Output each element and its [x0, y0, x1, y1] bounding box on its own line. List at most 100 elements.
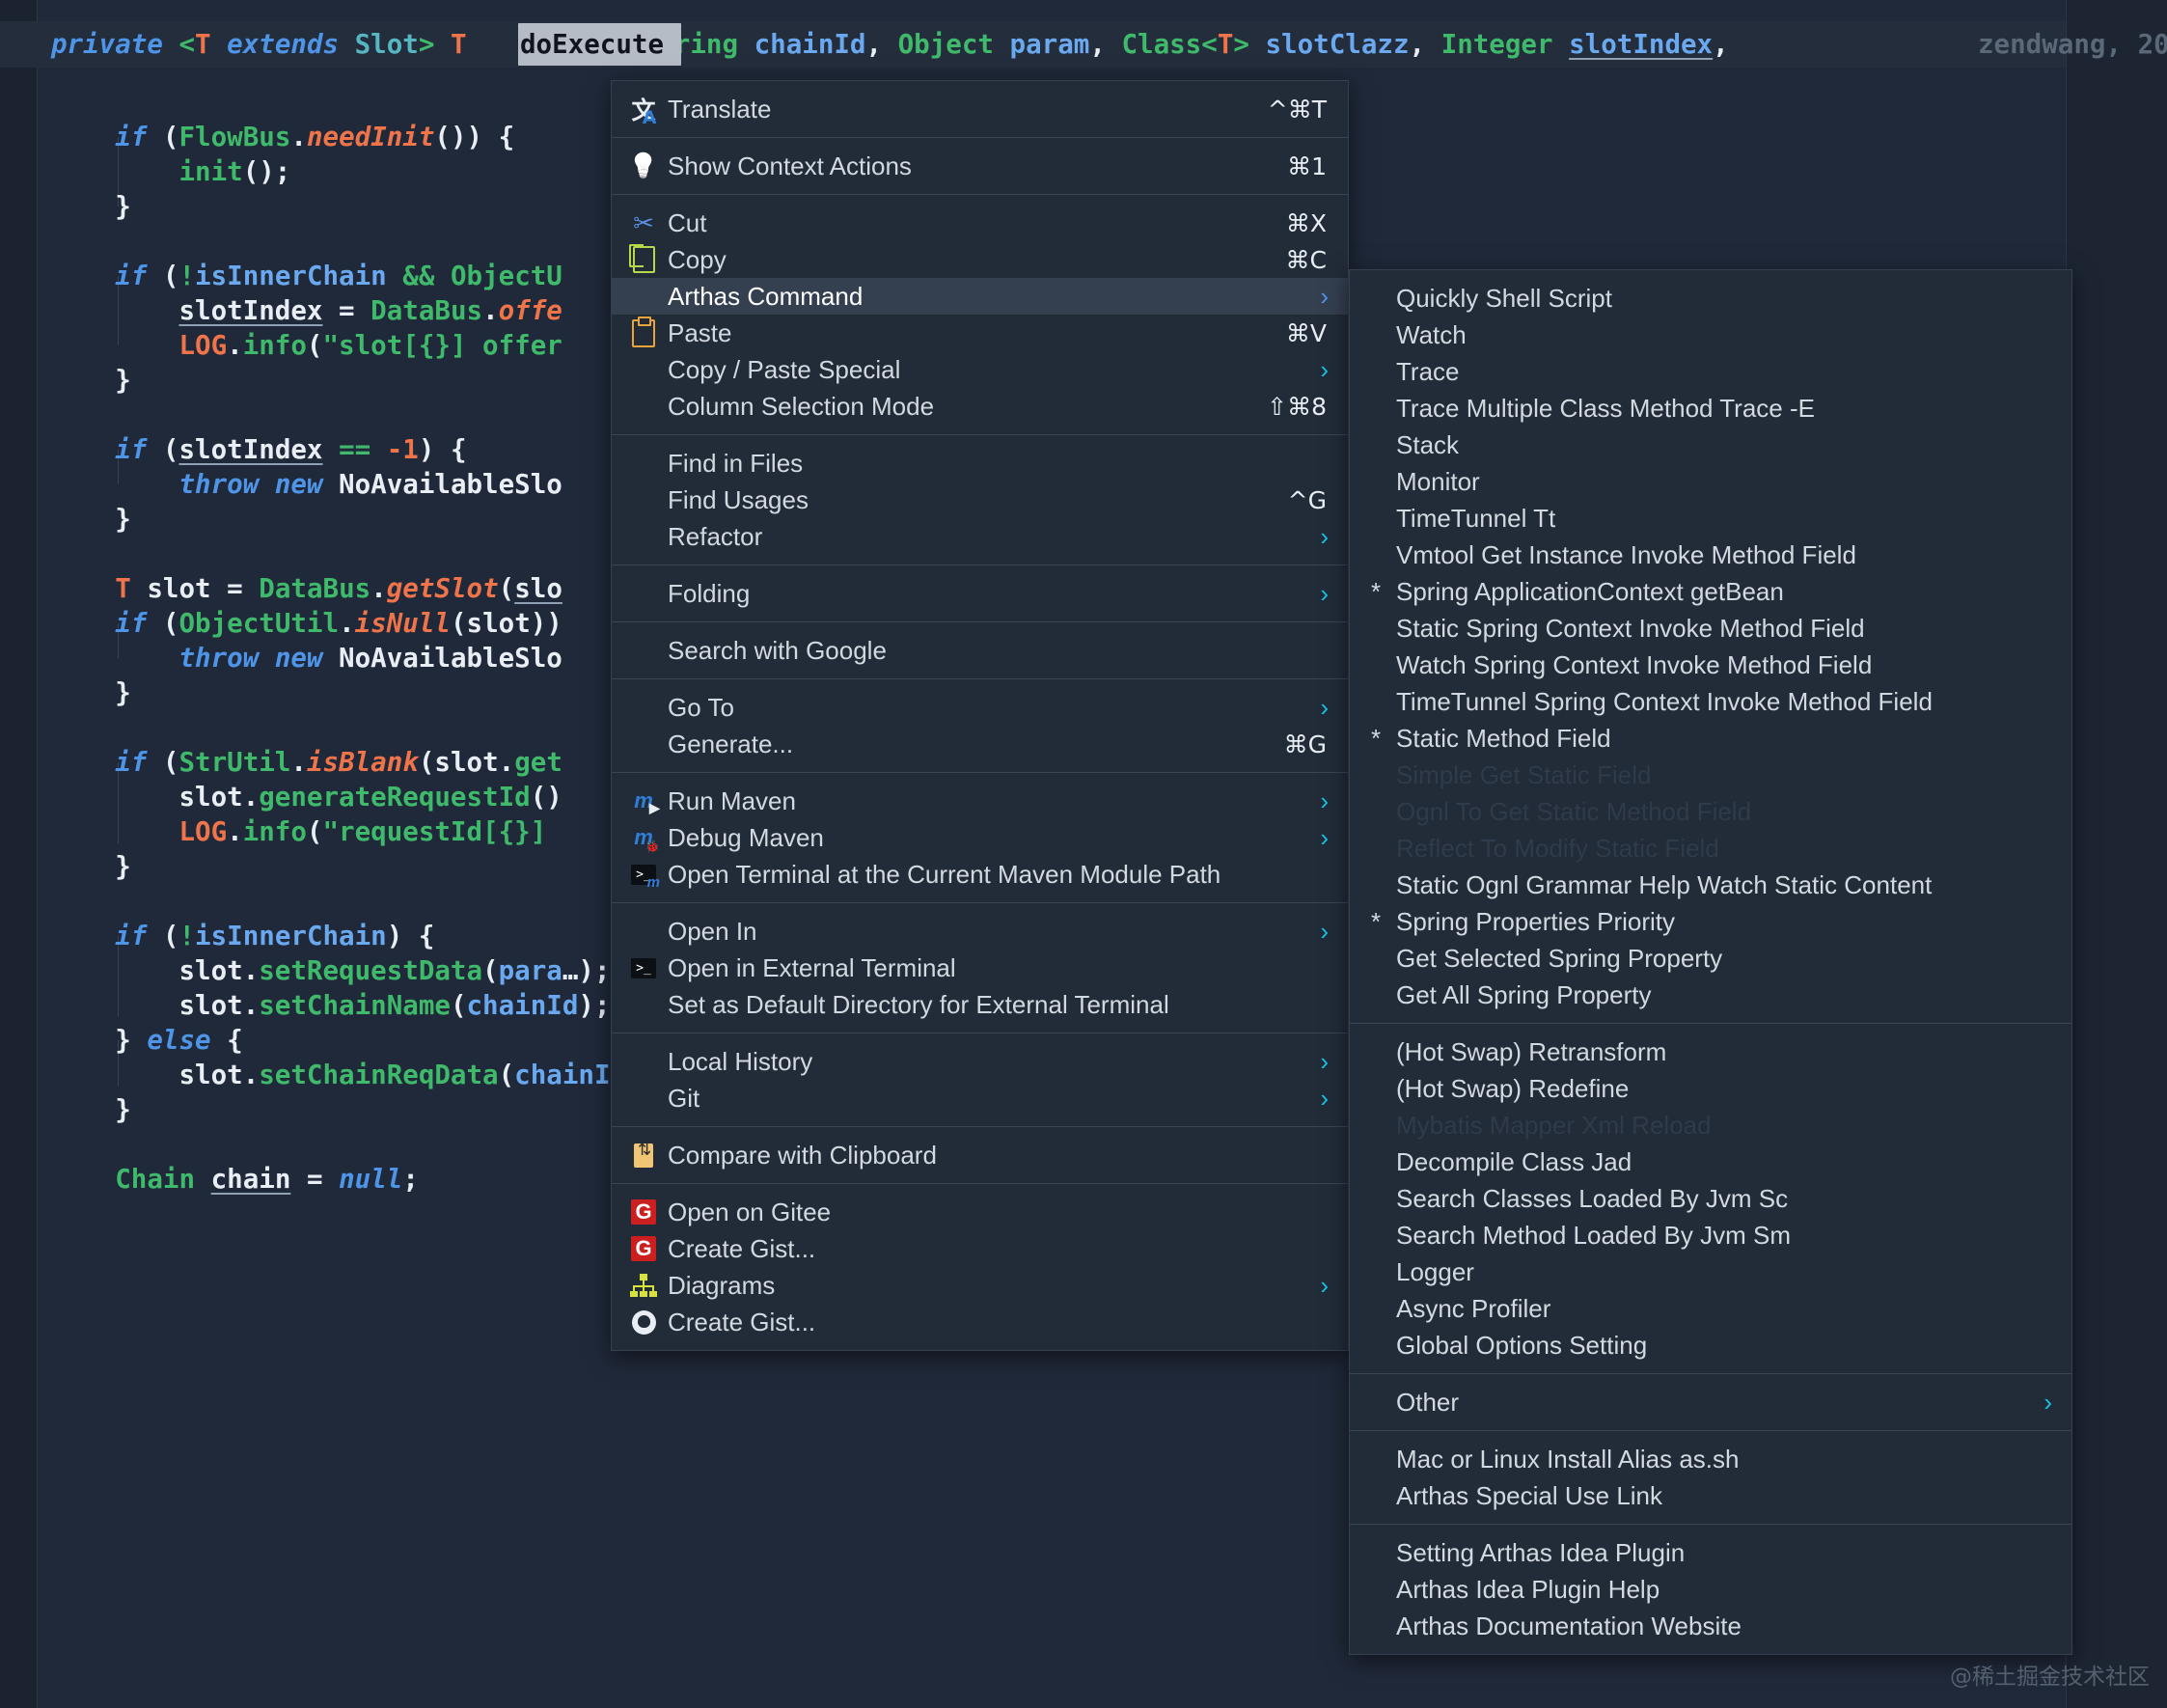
- menu-item-open-in[interactable]: Open In›: [612, 913, 1348, 950]
- chevron-right-icon: ›: [2044, 1390, 2052, 1415]
- menu-item-label: Run Maven: [668, 786, 796, 816]
- menu-item-show-context-actions[interactable]: 💡Show Context Actions⌘1: [612, 148, 1348, 184]
- code-token: [434, 29, 451, 60]
- menu-item-compare-with-clipboard[interactable]: Compare with Clipboard: [612, 1137, 1348, 1173]
- submenu-item-spring-properties-priority[interactable]: *Spring Properties Priority: [1350, 903, 2071, 940]
- code-line: }: [51, 183, 131, 230]
- submenu-item-watch[interactable]: *Watch: [1350, 317, 2071, 353]
- menu-item-refactor[interactable]: Refactor›: [612, 518, 1348, 555]
- submenu-item-trace-multiple-class-method-trace-e[interactable]: *Trace Multiple Class Method Trace -E: [1350, 390, 2071, 427]
- arthas-command-submenu[interactable]: *Quickly Shell Script*Watch*Trace*Trace …: [1349, 269, 2072, 1655]
- copy-icon: [627, 243, 660, 276]
- submenu-item-timetunnel-tt[interactable]: *TimeTunnel Tt: [1350, 500, 2071, 537]
- submenu-item-static-method-field[interactable]: *Static Method Field: [1350, 720, 2071, 757]
- submenu-item-spring-applicationcontext-getbean[interactable]: *Spring ApplicationContext getBean: [1350, 573, 2071, 610]
- submenu-item-get-selected-spring-property[interactable]: *Get Selected Spring Property: [1350, 940, 2071, 977]
- menu-item-debug-maven[interactable]: m🐞Debug Maven›: [612, 819, 1348, 856]
- submenu-item-stack[interactable]: *Stack: [1350, 427, 2071, 463]
- menu-item-find-usages[interactable]: Find Usages^G: [612, 482, 1348, 518]
- submenu-item-get-all-spring-property[interactable]: *Get All Spring Property: [1350, 977, 2071, 1013]
- code-token: new: [275, 469, 323, 500]
- code-token: throw: [178, 469, 259, 500]
- code-token: Slot: [355, 29, 419, 60]
- menu-item-copy-paste-special[interactable]: Copy / Paste Special›: [612, 351, 1348, 388]
- menu-item-find-in-files[interactable]: Find in Files: [612, 445, 1348, 482]
- submenu-item-search-method-loaded-by-jvm-sm[interactable]: *Search Method Loaded By Jvm Sm: [1350, 1217, 2071, 1253]
- code-token: T: [451, 29, 467, 60]
- code-token: );: [578, 990, 610, 1021]
- submenu-item-label: Trace Multiple Class Method Trace -E: [1396, 394, 1815, 424]
- menu-group: m▶Run Maven›m🐞Debug Maven›>_mOpen Termin…: [612, 773, 1348, 902]
- menu-item-translate[interactable]: 文ATranslate^⌘T: [612, 91, 1348, 127]
- menu-item-set-as-default-directory-for-external-terminal[interactable]: Set as Default Directory for External Te…: [612, 986, 1348, 1023]
- code-token: Chain: [115, 1164, 195, 1195]
- menu-item-generate[interactable]: Generate...⌘G: [612, 726, 1348, 762]
- submenu-item-ognl-to-get-static-method-field: *Ognl To Get Static Method Field: [1350, 793, 2071, 830]
- submenu-item-vmtool-get-instance-invoke-method-field[interactable]: *Vmtool Get Instance Invoke Method Field: [1350, 537, 2071, 573]
- code-token: [339, 29, 355, 60]
- menu-item-cut[interactable]: ✂Cut⌘X: [612, 205, 1348, 241]
- menu-item-create-gist[interactable]: GCreate Gist...: [612, 1230, 1348, 1267]
- submenu-item-label: Static Method Field: [1396, 724, 1611, 754]
- submenu-item-quickly-shell-script[interactable]: *Quickly Shell Script: [1350, 280, 2071, 317]
- submenu-item-mybatis-mapper-xml-reload: *Mybatis Mapper Xml Reload: [1350, 1107, 2071, 1143]
- menu-item-arthas-command[interactable]: Arthas Command›: [612, 278, 1348, 315]
- menu-item-create-gist[interactable]: Create Gist...: [612, 1304, 1348, 1340]
- menu-item-paste[interactable]: Paste⌘V: [612, 315, 1348, 351]
- chevron-right-icon: ›: [1320, 581, 1329, 606]
- submenu-item-label: Decompile Class Jad: [1396, 1147, 1632, 1177]
- menu-item-diagrams[interactable]: Diagrams ›: [612, 1267, 1348, 1304]
- submenu-item-timetunnel-spring-context-invoke-method-field[interactable]: *TimeTunnel Spring Context Invoke Method…: [1350, 683, 2071, 720]
- submenu-item-global-options-setting[interactable]: *Global Options Setting: [1350, 1327, 2071, 1364]
- menu-item-folding[interactable]: Folding›: [612, 575, 1348, 612]
- clipboard-icon: [627, 317, 660, 349]
- code-token: [259, 643, 275, 674]
- code-token: [163, 29, 179, 60]
- submenu-item-label: (Hot Swap) Redefine: [1396, 1074, 1629, 1104]
- menu-item-copy[interactable]: Copy⌘C: [612, 241, 1348, 278]
- submenu-item-static-spring-context-invoke-method-field[interactable]: *Static Spring Context Invoke Method Fie…: [1350, 610, 2071, 647]
- submenu-item-hot-swap-retransform[interactable]: *(Hot Swap) Retransform: [1350, 1033, 2071, 1070]
- chevron-right-icon: ›: [1320, 1273, 1329, 1298]
- menu-item-open-terminal-at-the-current-maven-module-path[interactable]: >_mOpen Terminal at the Current Maven Mo…: [612, 856, 1348, 893]
- submenu-item-arthas-documentation-website[interactable]: *Arthas Documentation Website: [1350, 1608, 2071, 1644]
- submenu-item-static-ognl-grammar-help-watch-static-content[interactable]: *Static Ognl Grammar Help Watch Static C…: [1350, 867, 2071, 903]
- menu-item-run-maven[interactable]: m▶Run Maven›: [612, 783, 1348, 819]
- submenu-item-trace[interactable]: *Trace: [1350, 353, 2071, 390]
- menu-item-shortcut: ⌘C: [1286, 246, 1327, 274]
- submenu-item-mac-or-linux-install-alias-as-sh[interactable]: *Mac or Linux Install Alias as.sh: [1350, 1441, 2071, 1477]
- menu-item-open-in-external-terminal[interactable]: >_Open in External Terminal: [612, 950, 1348, 986]
- submenu-item-other[interactable]: *Other›: [1350, 1384, 2071, 1420]
- submenu-item-decompile-class-jad[interactable]: *Decompile Class Jad: [1350, 1143, 2071, 1180]
- code-token: "slot[{}] offer: [322, 330, 562, 361]
- menu-item-column-selection-mode[interactable]: Column Selection Mode⇧⌘8: [612, 388, 1348, 425]
- code-token: .: [243, 1060, 260, 1090]
- code-token: ;: [402, 1164, 419, 1195]
- submenu-item-arthas-special-use-link[interactable]: *Arthas Special Use Link: [1350, 1477, 2071, 1514]
- menu-item-label: Git: [668, 1084, 699, 1114]
- code-token: T: [1218, 29, 1234, 60]
- submenu-item-async-profiler[interactable]: *Async Profiler: [1350, 1290, 2071, 1327]
- menu-item-go-to[interactable]: Go To›: [612, 689, 1348, 726]
- editor-gutter: [0, 0, 38, 1708]
- menu-item-search-with-google[interactable]: Search with Google: [612, 632, 1348, 669]
- menu-item-local-history[interactable]: Local History›: [612, 1043, 1348, 1080]
- menu-item-git[interactable]: Git›: [612, 1080, 1348, 1116]
- code-token: info: [243, 330, 307, 361]
- submenu-item-hot-swap-redefine[interactable]: *(Hot Swap) Redefine: [1350, 1070, 2071, 1107]
- submenu-item-monitor[interactable]: *Monitor: [1350, 463, 2071, 500]
- submenu-item-arthas-idea-plugin-help[interactable]: *Arthas Idea Plugin Help: [1350, 1571, 2071, 1608]
- code-token: ,: [866, 29, 898, 60]
- submenu-item-search-classes-loaded-by-jvm-sc[interactable]: *Search Classes Loaded By Jvm Sc: [1350, 1180, 2071, 1217]
- selected-method-name-highlight[interactable]: doExecute: [518, 23, 681, 66]
- menu-item-label: Paste: [668, 318, 732, 348]
- submenu-item-logger[interactable]: *Logger: [1350, 1253, 2071, 1290]
- menu-item-open-on-gitee[interactable]: GOpen on Gitee: [612, 1194, 1348, 1230]
- menu-item-label: Generate...: [668, 730, 793, 759]
- menu-item-label: Compare with Clipboard: [668, 1141, 937, 1171]
- code-line: }: [51, 357, 131, 403]
- menu-item-label: Diagrams: [668, 1271, 775, 1301]
- editor-context-menu[interactable]: 文ATranslate^⌘T 💡Show Context Actions⌘1 ✂Cu…: [611, 80, 1349, 1351]
- submenu-item-setting-arthas-idea-plugin[interactable]: *Setting Arthas Idea Plugin: [1350, 1534, 2071, 1571]
- submenu-item-watch-spring-context-invoke-method-field[interactable]: *Watch Spring Context Invoke Method Fiel…: [1350, 647, 2071, 683]
